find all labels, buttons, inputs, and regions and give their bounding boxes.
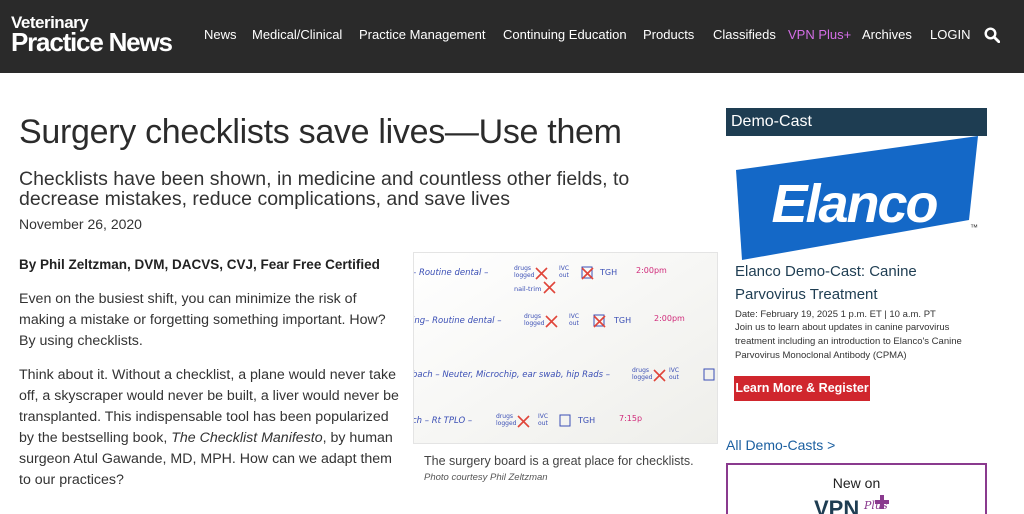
nav-item-continuing-education[interactable]: Continuing Education: [503, 27, 627, 42]
search-icon[interactable]: [984, 27, 1000, 43]
plus-icon-horizontal: [875, 500, 889, 504]
article-date: November 26, 2020: [19, 216, 142, 232]
elanco-logo-text: Elanco: [771, 174, 937, 234]
demo-cast-title[interactable]: Elanco Demo-Cast: Canine Parvovirus Trea…: [735, 260, 985, 306]
book-title: The Checklist Manifesto: [171, 430, 323, 446]
board-row-tgh: TGH: [577, 416, 595, 425]
board-row-drugs: logged: [496, 420, 517, 427]
board-row-catheter: IVC: [538, 413, 548, 420]
vpn-plus-logo: VPN Plus: [814, 495, 889, 514]
demo-cast-description: Join us to learn about updates in canine…: [735, 322, 962, 361]
demo-cast-date: Date: February 19, 2025 1 p.m. ET | 10 a…: [735, 309, 936, 320]
board-row-time: 2:00pm: [654, 314, 685, 323]
board-row-task: – Routine dental –: [414, 268, 488, 278]
top-navigation-bar: Veterinary Practice News News Medical/Cl…: [0, 0, 1024, 73]
nav-item-vpn-plus[interactable]: VPN Plus+: [788, 27, 851, 42]
all-demo-casts-link[interactable]: All Demo-Casts >: [726, 437, 835, 453]
elanco-logo-tm: ™: [970, 223, 978, 232]
board-row-task: ing– Routine dental –: [414, 316, 501, 326]
board-row-tgh: TGH: [613, 316, 631, 325]
nav-item-products[interactable]: Products: [643, 27, 694, 42]
board-row-task: ch – Rt TPLO –: [414, 416, 472, 426]
board-row-extra: nail-trim: [514, 285, 541, 293]
board-row-drugs: logged: [524, 320, 545, 327]
board-row-catheter: out: [569, 320, 579, 327]
board-row-catheter: IVC: [669, 367, 679, 374]
nav-item-login[interactable]: LOGIN: [930, 27, 970, 42]
nav-item-classifieds[interactable]: Classifieds: [713, 27, 776, 42]
board-row-time: 7:15p: [619, 414, 642, 423]
photo-caption: The surgery board is a great place for c…: [424, 454, 694, 468]
board-row-drugs: drugs: [524, 313, 541, 320]
article-title: Surgery checklists save lives—Use them: [19, 113, 622, 151]
board-row-drugs: drugs: [496, 413, 513, 420]
article-paragraph-1: Even on the busiest shift, you can minim…: [19, 291, 386, 349]
article-paragraph-2: Think about it. Without a checklist, a p…: [19, 365, 405, 491]
board-row-catheter: out: [559, 272, 569, 279]
learn-more-register-button[interactable]: Learn More & Register: [734, 376, 870, 401]
nav-item-medical-clinical[interactable]: Medical/Clinical: [252, 27, 342, 42]
board-row-drugs: drugs: [514, 265, 531, 272]
vpn-logo-text: VPN: [814, 496, 859, 514]
board-row-catheter: out: [669, 374, 679, 381]
article-byline: By Phil Zeltzman, DVM, DACVS, CVJ, Fear …: [19, 257, 380, 272]
whiteboard-image: – Routine dental – drugsloggedIVCout TGH 2:…: [414, 253, 717, 443]
vpn-new-on-label: New on: [832, 475, 881, 491]
board-row-tgh: TGH: [599, 268, 617, 277]
board-row-task: bach – Neuter, Microchip, ear swab, hip …: [414, 370, 610, 380]
board-row-drugs: logged: [632, 374, 653, 381]
nav-item-archives[interactable]: Archives: [862, 27, 912, 42]
site-logo[interactable]: Veterinary Practice News: [11, 14, 173, 57]
nav-item-practice-management[interactable]: Practice Management: [359, 27, 485, 42]
surgery-board-photo: – Routine dental – drugs logged IVC out TGH 2:…: [413, 252, 718, 444]
demo-cast-heading: Demo-Cast: [726, 108, 987, 136]
photo-credit: Photo courtesy Phil Zeltzman: [424, 472, 548, 483]
board-row-time: 2:00pm: [636, 266, 667, 275]
board-row-drugs: logged: [514, 272, 535, 279]
board-row-drugs: drugs: [632, 367, 649, 374]
nav-item-news[interactable]: News: [204, 27, 237, 42]
board-row-catheter: IVC: [559, 265, 569, 272]
board-row-catheter: IVC: [569, 313, 579, 320]
logo-line-2: Practice News: [11, 27, 173, 57]
vpn-plus-promo[interactable]: New on VPN Plus: [726, 463, 987, 514]
article-subtitle: Checklists have been shown, in medicine …: [19, 168, 630, 210]
board-row-catheter: out: [538, 420, 548, 427]
elanco-logo[interactable]: Elanco ™: [726, 136, 987, 260]
